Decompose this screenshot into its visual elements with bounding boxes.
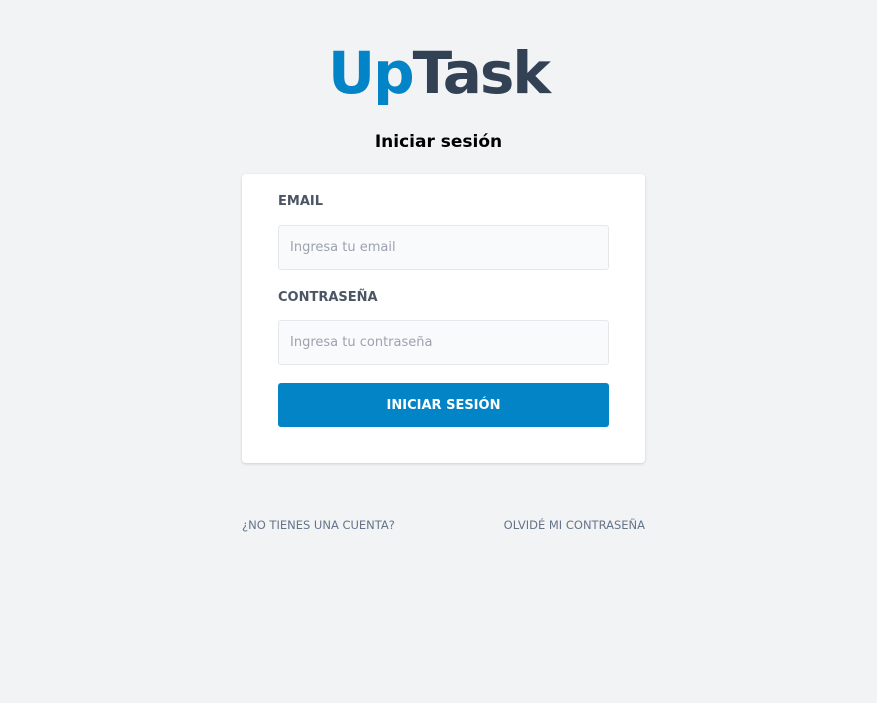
login-button[interactable]: INICIAR SESIÓN bbox=[278, 383, 609, 427]
logo-part-task: Task bbox=[412, 39, 551, 107]
password-label: CONTRASEÑA bbox=[278, 290, 378, 305]
logo-part-up: Up bbox=[328, 39, 415, 107]
email-field[interactable] bbox=[278, 225, 609, 270]
page-title: Iniciar sesión bbox=[374, 132, 503, 152]
register-link[interactable]: ¿NO TIENES UNA CUENTA? bbox=[242, 518, 395, 532]
auth-links: ¿NO TIENES UNA CUENTA? OLVIDÉ MI CONTRAS… bbox=[242, 518, 645, 532]
app-logo: UpTask bbox=[0, 40, 877, 106]
password-field[interactable] bbox=[278, 320, 609, 365]
email-label: EMAIL bbox=[278, 194, 323, 209]
login-form: EMAIL CONTRASEÑA INICIAR SESIÓN bbox=[242, 174, 645, 463]
forgot-password-link[interactable]: OLVIDÉ MI CONTRASEÑA bbox=[504, 518, 645, 532]
